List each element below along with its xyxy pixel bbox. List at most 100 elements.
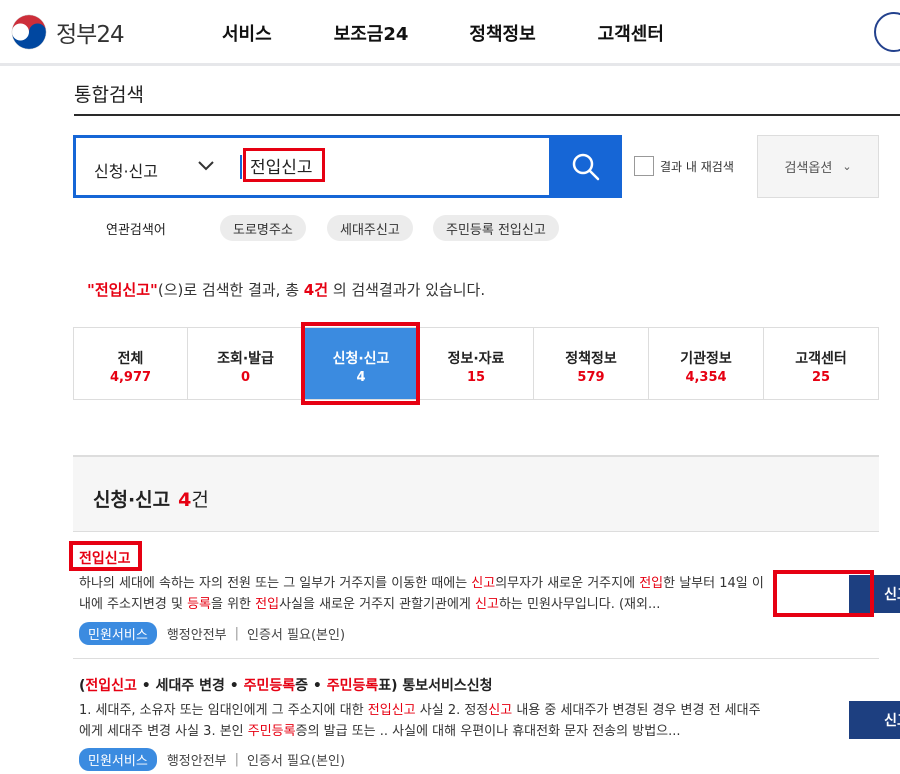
- result-meta: 민원서비스 행정안전부 | 인증서 필요(본인): [79, 622, 345, 645]
- tab-policy-info[interactable]: 정책정보 579: [534, 328, 649, 399]
- nav-item-services[interactable]: 서비스: [222, 20, 272, 46]
- result-cert: 인증서 필요(본인): [247, 754, 346, 769]
- chevron-down-icon[interactable]: [196, 156, 216, 176]
- header-circle-icon[interactable]: [874, 12, 900, 52]
- title-highlight: 전입신고: [85, 678, 137, 694]
- meta-separator: |: [234, 626, 240, 641]
- result-item: 전입신고 하나의 세대에 속하는 자의 전원 또는 그 일부가 거주지를 이동한…: [73, 540, 900, 658]
- title-highlight: 주민등록: [326, 678, 379, 694]
- desc-text: 하는 민원사무입니다. (재외...: [498, 597, 661, 612]
- search-category-select[interactable]: 신청·신고: [94, 158, 158, 182]
- result-org: 행정안전부: [166, 628, 227, 643]
- category-tabs: 전체 4,977 조회·발급 0 신청·신고 4 정보·자료 15 정책정보 5…: [73, 327, 879, 400]
- related-chip[interactable]: 세대주신고: [327, 215, 413, 241]
- tab-label: 정보·자료: [447, 351, 505, 367]
- summary-count: 4건: [303, 281, 329, 299]
- result-description: 1. 세대주, 소유자 또는 임대인에게 그 주소지에 대한 전입신고 사실 2…: [79, 700, 769, 742]
- gov24-logo[interactable]: 정부24: [10, 12, 125, 52]
- desc-text: 사실 2. 정정: [415, 703, 489, 718]
- results-section-header: 신청·신고 4건: [73, 455, 879, 532]
- result-cert: 인증서 필요(본인): [247, 628, 346, 643]
- tab-label: 고객센터: [795, 351, 847, 367]
- tab-all[interactable]: 전체 4,977: [74, 328, 188, 399]
- main-nav: 서비스 보조금24 정책정보 고객센터: [222, 20, 664, 46]
- taegeuk-icon: [11, 14, 47, 50]
- related-keywords-label: 연관검색어: [106, 223, 166, 238]
- result-item: (전입신고 • 세대주 변경 • 주민등록증 • 주민등록표) 통보서비스신청 …: [73, 660, 900, 774]
- tab-label: 신청·신고: [332, 351, 390, 367]
- tab-count: 4: [356, 370, 366, 385]
- report-button[interactable]: 신고: [849, 575, 900, 613]
- tab-count: 0: [240, 370, 251, 385]
- tab-label: 정책정보: [565, 351, 617, 367]
- logo-text: 정부24: [56, 22, 125, 48]
- rescan-checkbox[interactable]: [634, 156, 654, 176]
- section-title: 신청·신고 4건: [93, 485, 209, 512]
- result-description: 하나의 세대에 속하는 자의 전원 또는 그 일부가 거주지를 이동한 때에는 …: [79, 573, 769, 615]
- section-count-unit: 건: [191, 489, 209, 511]
- result-org: 행정안전부: [166, 754, 227, 769]
- service-type-badge: 민원서비스: [79, 622, 157, 645]
- section-title-text: 신청·신고: [93, 489, 171, 511]
- desc-highlight: 전입: [639, 576, 664, 591]
- summary-text-end: 의 검색결과가 있습니다.: [328, 281, 486, 299]
- search-cursor: [240, 155, 242, 179]
- desc-text: 을 위한: [211, 597, 256, 612]
- site-header: 정부24 서비스 보조금24 정책정보 고객센터: [0, 0, 900, 66]
- summary-text: (으)로 검색한 결과, 총: [157, 281, 304, 299]
- title-highlight: 주민등록: [243, 678, 296, 694]
- tab-count: 25: [811, 370, 831, 385]
- search-button[interactable]: [549, 135, 622, 198]
- tab-info-data[interactable]: 정보·자료 15: [419, 328, 534, 399]
- tab-count: 4,354: [685, 370, 727, 385]
- tab-label: 전체: [117, 351, 144, 367]
- desc-highlight: 신고: [475, 597, 499, 612]
- rescan-label: 결과 내 재검색: [660, 159, 734, 174]
- desc-text: 하나의 세대에 속하는 자의 전원 또는 그 일부가 거주지를 이동한 때에는: [79, 576, 472, 591]
- title-text: 표) 통보서비스신청: [378, 678, 493, 694]
- title-divider: [74, 114, 900, 116]
- search-icon: [572, 153, 600, 181]
- tab-customer-center[interactable]: 고객센터 25: [764, 328, 878, 399]
- desc-highlight: 등록: [187, 597, 211, 612]
- tab-count: 15: [466, 370, 486, 385]
- search-box: 신청·신고: [73, 135, 622, 198]
- title-text: 증 •: [295, 678, 327, 694]
- search-options-label: 검색옵션: [784, 161, 833, 176]
- desc-highlight: 신고: [488, 703, 513, 718]
- search-options-button[interactable]: 검색옵션 ⌄: [757, 135, 879, 198]
- report-button[interactable]: 신고: [849, 701, 900, 739]
- desc-highlight: 신고: [471, 576, 496, 591]
- tab-apply-report[interactable]: 신청·신고 4: [304, 328, 419, 399]
- tab-lookup-issue[interactable]: 조회·발급 0: [188, 328, 304, 399]
- related-chip[interactable]: 주민등록 전입신고: [433, 215, 559, 241]
- page-title: 통합검색: [74, 84, 144, 106]
- tab-label: 기관정보: [680, 351, 732, 367]
- result-title-link[interactable]: (전입신고 • 세대주 변경 • 주민등록증 • 주민등록표) 통보서비스신청: [79, 675, 493, 695]
- desc-text: 의무자가 새로운 거주지에: [495, 576, 640, 591]
- desc-text: 사실을 새로운 거주지 관할기관에게: [279, 597, 476, 612]
- nav-item-customer-center[interactable]: 고객센터: [598, 20, 664, 46]
- tab-label: 조회·발급: [217, 351, 274, 367]
- tab-agency-info[interactable]: 기관정보 4,354: [649, 328, 764, 399]
- chevron-down-icon: ⌄: [842, 160, 852, 173]
- result-meta: 민원서비스 행정안전부 | 인증서 필요(본인): [79, 748, 345, 771]
- search-summary: "전입신고"(으)로 검색한 결과, 총 4건 의 검색결과가 있습니다.: [87, 279, 485, 300]
- desc-text: 1. 세대주, 소유자 또는 임대인에게 그 주소지에 대한: [79, 703, 368, 718]
- desc-highlight: 주민등록: [247, 724, 296, 739]
- meta-separator: |: [234, 752, 240, 767]
- tab-count: 4,977: [109, 370, 152, 385]
- tab-count: 579: [577, 370, 605, 385]
- nav-item-subsidy24[interactable]: 보조금24: [334, 20, 409, 46]
- nav-item-policy-info[interactable]: 정책정보: [469, 20, 535, 46]
- title-text: • 세대주 변경 •: [136, 678, 244, 694]
- result-title-link[interactable]: 전입신고: [79, 548, 131, 568]
- desc-highlight: 전입: [255, 597, 280, 612]
- related-chip[interactable]: 도로명주소: [220, 215, 306, 241]
- summary-keyword: "전입신고": [87, 281, 158, 299]
- desc-highlight: 전입신고: [367, 703, 416, 718]
- rescan-option: 결과 내 재검색: [634, 156, 734, 176]
- section-count: 4: [178, 489, 192, 511]
- search-input[interactable]: [243, 148, 325, 182]
- service-type-badge: 민원서비스: [79, 748, 157, 771]
